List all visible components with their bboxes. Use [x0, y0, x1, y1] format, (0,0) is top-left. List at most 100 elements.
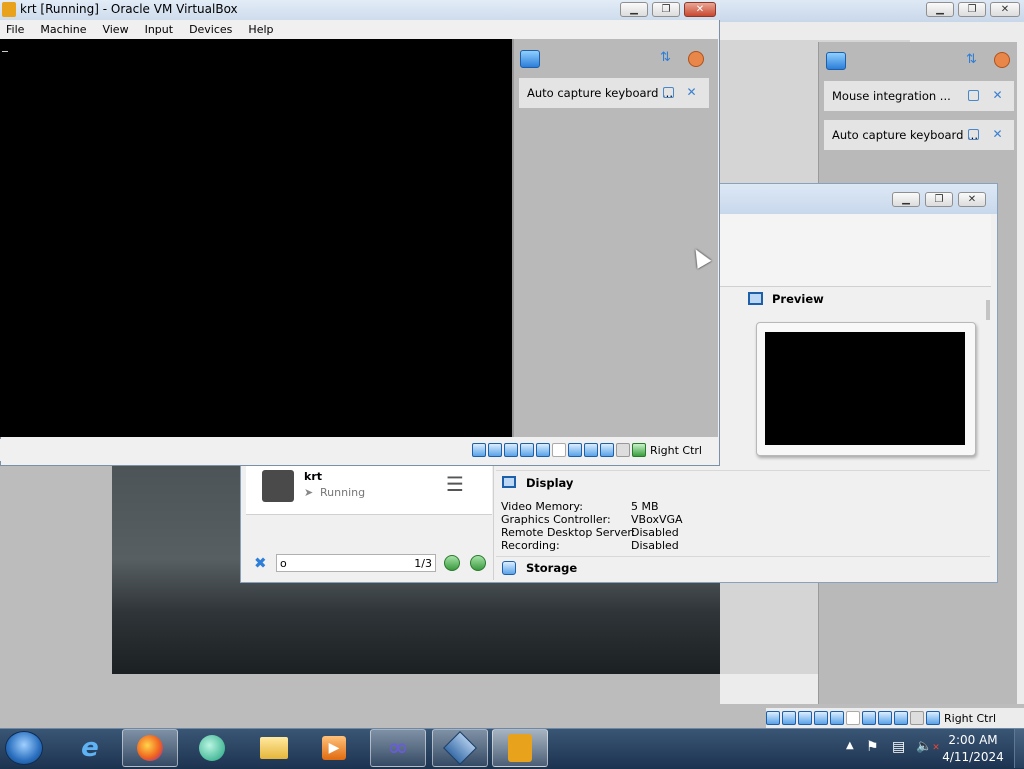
panel-divider	[493, 464, 494, 580]
firefox-taskbar-button[interactable]	[122, 729, 178, 767]
search-previous-icon[interactable]	[444, 555, 460, 571]
clock-date[interactable]: 4/11/2024	[938, 750, 1008, 764]
close-icon[interactable]: ✕	[992, 89, 1003, 101]
notification-label: Auto capture keyboard ...	[832, 128, 978, 142]
close-button[interactable]: ✕	[958, 192, 986, 207]
explorer-taskbar-button[interactable]	[246, 729, 302, 767]
menu-help[interactable]: Help	[248, 23, 273, 36]
network-tray-icon[interactable]: ▤	[892, 739, 905, 755]
folder-icon	[260, 737, 288, 759]
network-icon[interactable]	[814, 711, 828, 725]
network-icon[interactable]	[519, 443, 534, 457]
cpu-icon[interactable]	[599, 443, 614, 457]
pin-icon[interactable]	[968, 129, 979, 140]
vm-screen[interactable]	[0, 39, 512, 437]
show-hidden-icons-icon[interactable]: ▲	[846, 740, 854, 751]
vm-name[interactable]: krt	[304, 470, 322, 483]
display-icon	[502, 476, 516, 488]
notification-label: Mouse integration ...	[832, 89, 951, 103]
sort-icon[interactable]: ⇅	[966, 52, 980, 68]
media-player-icon: ▶	[322, 736, 346, 760]
preview-title: Preview	[772, 292, 824, 306]
recording-icon[interactable]	[878, 711, 892, 725]
audio-icon[interactable]	[798, 711, 812, 725]
display-icon[interactable]	[862, 711, 876, 725]
shared-folders-icon[interactable]	[551, 443, 566, 457]
notification-item[interactable]: Auto capture keyboard ... ✕	[824, 120, 1014, 150]
close-button[interactable]: ✕	[990, 2, 1020, 17]
mouse-integration-icon[interactable]	[910, 711, 924, 725]
media-player-taskbar-button[interactable]: ▶	[306, 729, 362, 767]
menu-machine[interactable]: Machine	[40, 23, 86, 36]
display-value: Disabled	[631, 539, 679, 552]
show-desktop-button[interactable]	[1014, 729, 1024, 768]
minimize-button[interactable]: ▁	[926, 2, 954, 17]
close-button[interactable]: ✕	[684, 2, 716, 17]
vm-menu-icon[interactable]: ☰	[446, 472, 470, 496]
preview-screen	[765, 332, 965, 445]
virtualbox-icon	[443, 731, 477, 765]
clear-search-icon[interactable]: ✖	[254, 555, 270, 571]
vm-taskbar-button[interactable]	[492, 729, 548, 767]
optical-drive-icon[interactable]	[782, 711, 796, 725]
sort-icon[interactable]: ⇅	[660, 50, 674, 66]
clear-all-icon[interactable]	[994, 52, 1010, 68]
app-infinity-taskbar-button[interactable]: ∞	[370, 729, 426, 767]
usb-icon[interactable]	[535, 443, 550, 457]
search-input[interactable]: o 1/3	[276, 554, 436, 572]
notification-center-icon[interactable]	[520, 50, 540, 68]
keyboard-icon[interactable]	[631, 443, 646, 457]
action-center-icon[interactable]: ⚑	[866, 739, 879, 755]
pin-icon[interactable]	[968, 90, 979, 101]
display-icon[interactable]	[567, 443, 582, 457]
menu-view[interactable]: View	[102, 23, 128, 36]
close-icon[interactable]: ✕	[686, 86, 697, 98]
cpu-icon[interactable]	[894, 711, 908, 725]
menu-file[interactable]: File	[6, 23, 24, 36]
notification-label: Auto capture keyboard ...	[527, 86, 673, 100]
media-app-taskbar-button[interactable]	[184, 729, 240, 767]
internet-explorer-taskbar-button[interactable]: e	[62, 729, 118, 767]
menu-bar: File Machine View Input Devices Help	[0, 20, 718, 39]
maximize-button[interactable]: ❐	[958, 2, 986, 17]
keyboard-icon[interactable]	[926, 711, 940, 725]
start-button[interactable]	[5, 731, 43, 765]
vm-running-icon	[508, 734, 532, 762]
internet-explorer-icon: e	[81, 733, 99, 763]
mouse-integration-icon[interactable]	[615, 443, 630, 457]
manager-scrollbar[interactable]	[986, 300, 990, 320]
hard-disk-icon[interactable]	[471, 443, 486, 457]
menu-input[interactable]: Input	[145, 23, 173, 36]
shared-folders-icon[interactable]	[846, 711, 860, 725]
hard-disk-icon[interactable]	[766, 711, 780, 725]
virtualbox-manager-taskbar-button[interactable]	[432, 729, 488, 767]
maximize-button[interactable]: ❐	[652, 2, 680, 17]
host-key-label: Right Ctrl	[944, 711, 997, 725]
close-icon[interactable]: ✕	[992, 128, 1003, 140]
vm-status-bar: Right Ctrl	[0, 439, 718, 461]
notification-item[interactable]: Auto capture keyboard ... ✕	[519, 78, 709, 108]
maximize-button[interactable]: ❐	[925, 192, 953, 207]
minimize-button[interactable]: ▁	[620, 2, 648, 17]
audio-icon[interactable]	[503, 443, 518, 457]
display-value: 5 MB	[631, 500, 659, 513]
vm-window-title: krt [Running] - Oracle VM VirtualBox	[20, 2, 238, 16]
recording-icon[interactable]	[583, 443, 598, 457]
preview-icon	[748, 292, 763, 305]
optical-drive-icon[interactable]	[487, 443, 502, 457]
storage-icon	[502, 561, 516, 575]
display-key: Video Memory:	[501, 500, 583, 513]
minimize-button[interactable]: ▁	[892, 192, 920, 207]
usb-icon[interactable]	[830, 711, 844, 725]
search-value: o	[280, 556, 287, 570]
clear-all-icon[interactable]	[688, 51, 704, 67]
volume-muted-icon[interactable]: 🔈✕	[916, 739, 940, 754]
clock-time[interactable]: 2:00 AM	[938, 733, 1008, 747]
notification-center-icon[interactable]	[826, 52, 846, 70]
running-icon: ➤	[304, 486, 314, 499]
notification-item[interactable]: Mouse integration ... ✕	[824, 81, 1014, 111]
firefox-icon	[137, 735, 163, 761]
search-next-icon[interactable]	[470, 555, 486, 571]
pin-icon[interactable]	[663, 87, 674, 98]
menu-devices[interactable]: Devices	[189, 23, 232, 36]
